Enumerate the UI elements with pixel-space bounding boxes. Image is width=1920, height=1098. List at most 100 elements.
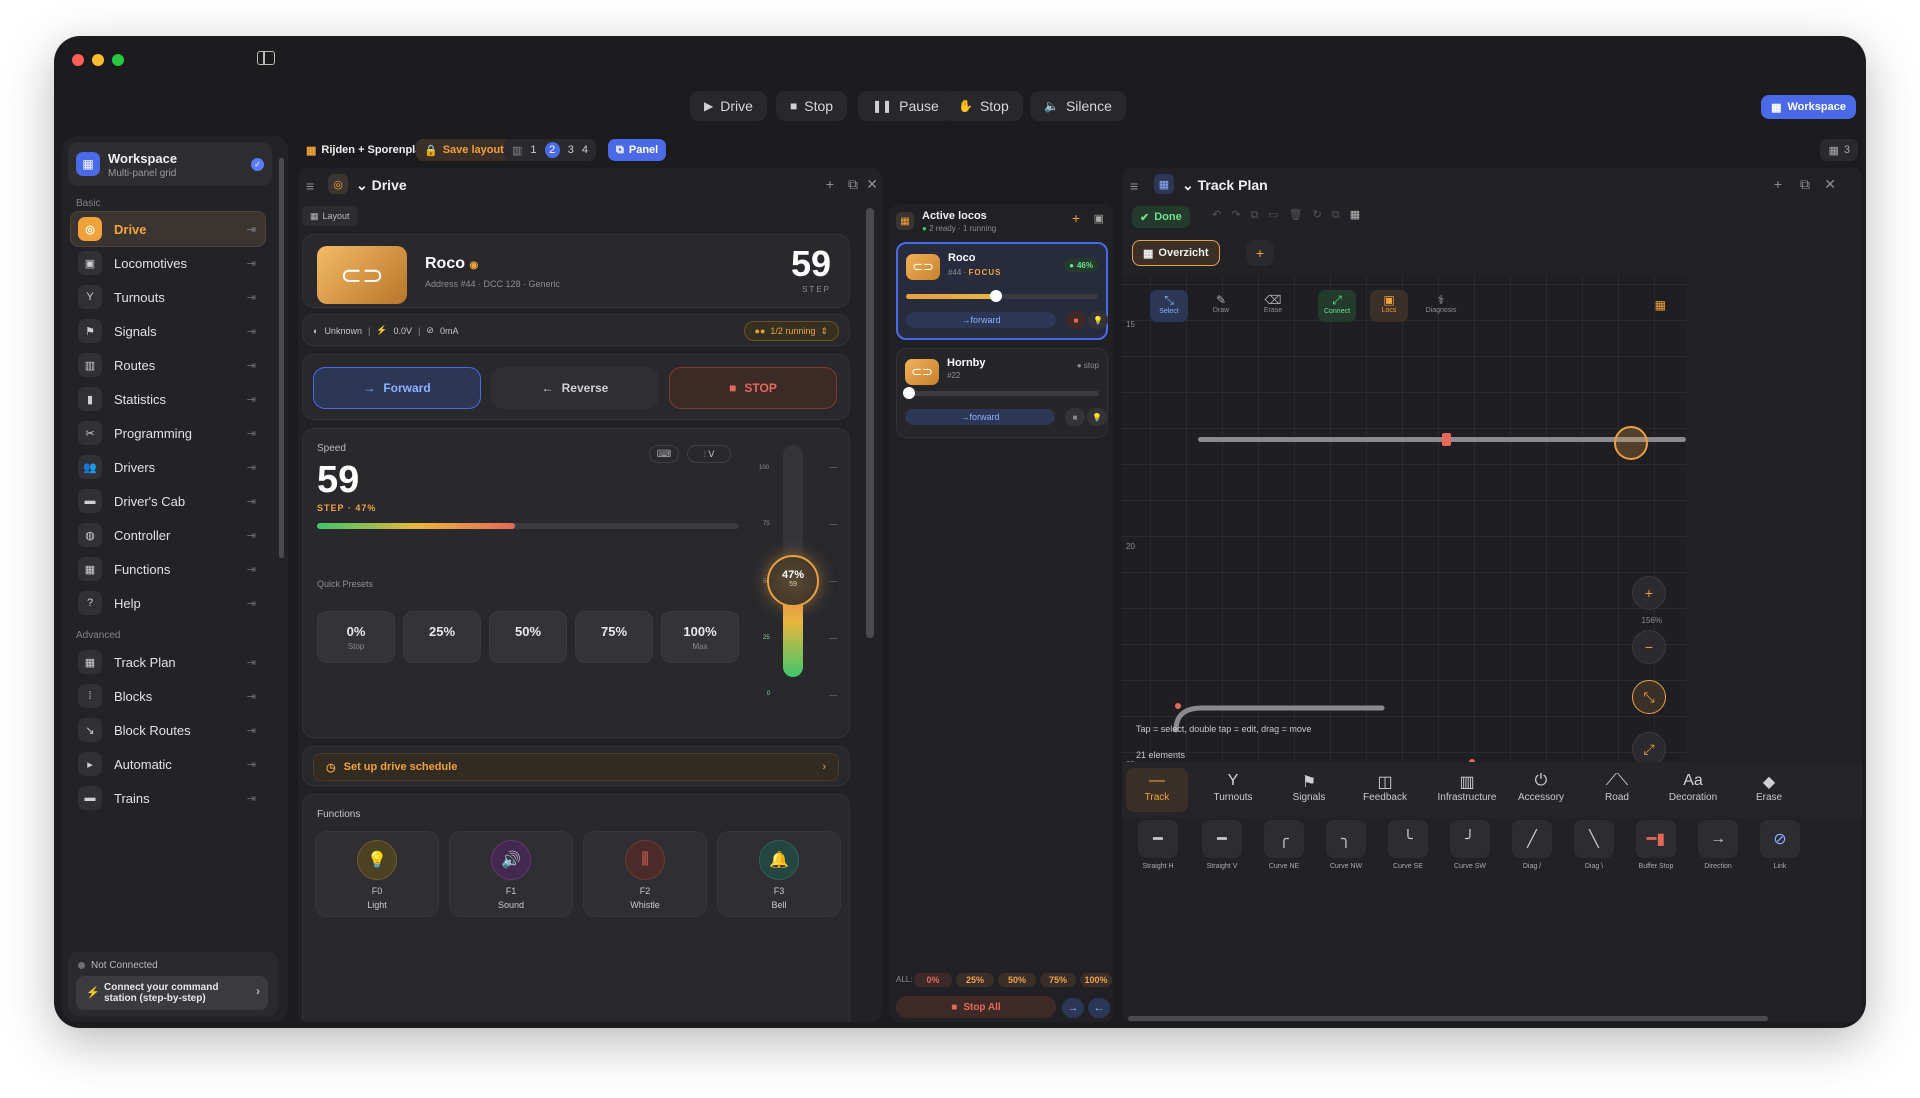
save-layout-button[interactable]: 🔒 Save layout xyxy=(416,139,512,161)
close-window-button[interactable] xyxy=(72,54,84,66)
buffer-stop-marker[interactable] xyxy=(1442,433,1451,446)
open-external-icon[interactable]: ⇥ xyxy=(247,563,256,576)
redo-icon[interactable]: ↷ xyxy=(1231,209,1250,221)
stop-button[interactable]: ■ Stop xyxy=(776,91,848,121)
paste-icon[interactable]: ▭ xyxy=(1268,209,1288,221)
panel-title[interactable]: ⌄ Drive xyxy=(356,177,407,194)
tool-locs[interactable]: ▣ Locs xyxy=(1370,290,1408,322)
panel-title[interactable]: ⌄ Track Plan xyxy=(1182,177,1268,194)
sidebar-item-controller[interactable]: ◍ Controller ⇥ xyxy=(70,517,266,553)
open-external-icon[interactable]: ⇥ xyxy=(247,223,256,236)
reverse-button[interactable]: ← Reverse xyxy=(491,367,659,409)
page-3[interactable]: 3 xyxy=(568,144,574,156)
open-external-icon[interactable]: ⇥ xyxy=(247,597,256,610)
part-curve-sw[interactable]: ╯ Curve SW xyxy=(1448,820,1492,876)
delete-icon[interactable]: 🗑 xyxy=(1289,209,1313,221)
keyboard-icon[interactable]: ⌨ xyxy=(649,445,679,463)
rotate-icon[interactable]: ↻ xyxy=(1313,209,1332,221)
open-external-icon[interactable]: ⇥ xyxy=(247,724,256,737)
sidebar-item-drivers[interactable]: 👥 Drivers ⇥ xyxy=(70,449,266,485)
open-external-icon[interactable]: ⇥ xyxy=(247,792,256,805)
sidebar-item-drivers-cab[interactable]: ▬ Driver's Cab ⇥ xyxy=(70,483,266,519)
open-external-icon[interactable]: ⇥ xyxy=(247,359,256,372)
drive-schedule-button[interactable]: ◷ Set up drive schedule › xyxy=(313,753,839,781)
page-1[interactable]: 1 xyxy=(530,144,536,156)
loco-card-hornby[interactable]: ⊂⊃ Hornby #22 ● stop → forward ■ 💡 xyxy=(896,348,1108,438)
sidebar-item-automatic[interactable]: ▸ Automatic ⇥ xyxy=(70,746,266,782)
tool-erase[interactable]: ⌫ Erase xyxy=(1254,290,1292,322)
add-loco-icon[interactable]: + xyxy=(1072,210,1080,226)
open-external-icon[interactable]: ⇥ xyxy=(247,393,256,406)
tool-connect[interactable]: ⤢ Connect xyxy=(1318,290,1356,322)
all-preset-75[interactable]: 75% xyxy=(1040,973,1076,987)
stop-loco-button[interactable]: ■ xyxy=(1066,311,1086,329)
connect-command-station-button[interactable]: ⚡ Connect your command station (step-by-… xyxy=(76,976,268,1010)
open-external-icon[interactable]: ⇥ xyxy=(247,461,256,474)
all-reverse-button[interactable]: ← xyxy=(1088,998,1110,1018)
overview-tab[interactable]: ▦ Overzicht xyxy=(1132,240,1220,266)
tool-diagnosis[interactable]: ⚕ Diagnosis xyxy=(1422,290,1460,322)
sidebar-item-blocks[interactable]: ⁞ Blocks ⇥ xyxy=(70,678,266,714)
direction-toggle[interactable]: → forward xyxy=(905,409,1055,425)
page-4[interactable]: 4 xyxy=(582,144,588,156)
sidebar-item-drive[interactable]: ◎ Drive ⇥ xyxy=(70,211,266,247)
tool-select[interactable]: ⤡ Select xyxy=(1150,290,1188,322)
drag-handle-icon[interactable]: ≡ xyxy=(306,178,314,194)
undo-icon[interactable]: ↶ xyxy=(1212,209,1231,221)
bulb-icon[interactable]: 💡 xyxy=(1088,311,1108,329)
open-external-icon[interactable]: ⇥ xyxy=(247,656,256,669)
part-link[interactable]: ⊘ Link xyxy=(1758,820,1802,876)
done-button[interactable]: ✔ Done xyxy=(1132,206,1190,228)
open-external-icon[interactable]: ⇥ xyxy=(247,427,256,440)
preset-100-button[interactable]: 100% Max xyxy=(661,611,739,663)
bulb-icon[interactable]: 💡 xyxy=(1087,408,1107,426)
sidebar-item-track-plan[interactable]: ▦ Track Plan ⇥ xyxy=(70,644,266,680)
stop-all-button[interactable]: ■ Stop All xyxy=(896,996,1056,1018)
sidebar-item-help[interactable]: ? Help ⇥ xyxy=(70,585,266,621)
drag-handle-icon[interactable]: ≡ xyxy=(1130,178,1138,194)
part-direction[interactable]: → Direction xyxy=(1696,820,1740,876)
part-diag-slash[interactable]: ╱ Diag / xyxy=(1510,820,1554,876)
all-forward-button[interactable]: → xyxy=(1062,998,1084,1018)
stop-loco-button[interactable]: ■ xyxy=(1065,408,1085,426)
sidebar-item-locomotives[interactable]: ▣ Locomotives ⇥ xyxy=(70,245,266,281)
sidebar-item-statistics[interactable]: ▮ Statistics ⇥ xyxy=(70,381,266,417)
sidebar-item-programming[interactable]: ✂ Programming ⇥ xyxy=(70,415,266,451)
zoom-in-button[interactable]: + xyxy=(1632,576,1666,610)
track-canvas[interactable]: ⤡ Select ✎ Draw ⌫ Erase ⤢ Connect ▣ Locs ⚕ Dia… xyxy=(1122,276,1686,793)
part-straight-v[interactable]: ━ Straight V xyxy=(1200,820,1244,876)
sidebar-item-trains[interactable]: ▬ Trains ⇥ xyxy=(70,780,266,816)
open-external-icon[interactable]: ⇥ xyxy=(247,257,256,270)
open-external-icon[interactable]: ⇥ xyxy=(247,495,256,508)
forward-button[interactable]: → Forward xyxy=(313,367,481,409)
open-external-icon[interactable]: ⇥ xyxy=(247,325,256,338)
popout-icon[interactable]: ⧉ xyxy=(848,176,858,193)
drive-panel-scrollbar[interactable] xyxy=(866,208,874,638)
zoom-window-button[interactable] xyxy=(112,54,124,66)
open-external-icon[interactable]: ⇥ xyxy=(247,291,256,304)
preset-75-button[interactable]: 75% xyxy=(575,611,653,663)
silence-button[interactable]: 🔈 Silence xyxy=(1030,91,1126,121)
fit-view-button[interactable]: ⤡ xyxy=(1632,680,1666,714)
part-straight-h[interactable]: ━ Straight H xyxy=(1136,820,1180,876)
tool-draw[interactable]: ✎ Draw xyxy=(1202,290,1240,322)
add-icon[interactable]: + xyxy=(1774,176,1782,192)
open-external-icon[interactable]: ⇥ xyxy=(247,758,256,771)
preset-50-button[interactable]: 50% xyxy=(489,611,567,663)
function-f3-button[interactable]: 🔔 F3 Bell xyxy=(717,831,841,917)
drive-button[interactable]: ▶ Drive xyxy=(690,91,767,121)
close-icon[interactable]: ✕ xyxy=(1824,176,1836,193)
part-curve-se[interactable]: ╰ Curve SE xyxy=(1386,820,1430,876)
columns-icon[interactable]: ▥ xyxy=(512,144,522,157)
running-badge[interactable]: ●● 1/2 running ⇕ xyxy=(743,321,839,341)
sidebar-scrollbar[interactable] xyxy=(279,158,284,558)
parts-scrollbar[interactable] xyxy=(1128,1016,1768,1021)
slider-thumb[interactable] xyxy=(990,290,1003,302)
all-preset-25[interactable]: 25% xyxy=(956,973,994,987)
add-icon[interactable]: + xyxy=(826,176,834,192)
sidebar-item-functions[interactable]: ▦ Functions ⇥ xyxy=(70,551,266,587)
emergency-stop-button[interactable]: ✋ Stop xyxy=(944,91,1023,121)
add-tab-button[interactable]: + xyxy=(1246,240,1274,266)
slider-thumb[interactable] xyxy=(903,387,915,399)
function-f2-button[interactable]: ⫼ F2 Whistle xyxy=(583,831,707,917)
